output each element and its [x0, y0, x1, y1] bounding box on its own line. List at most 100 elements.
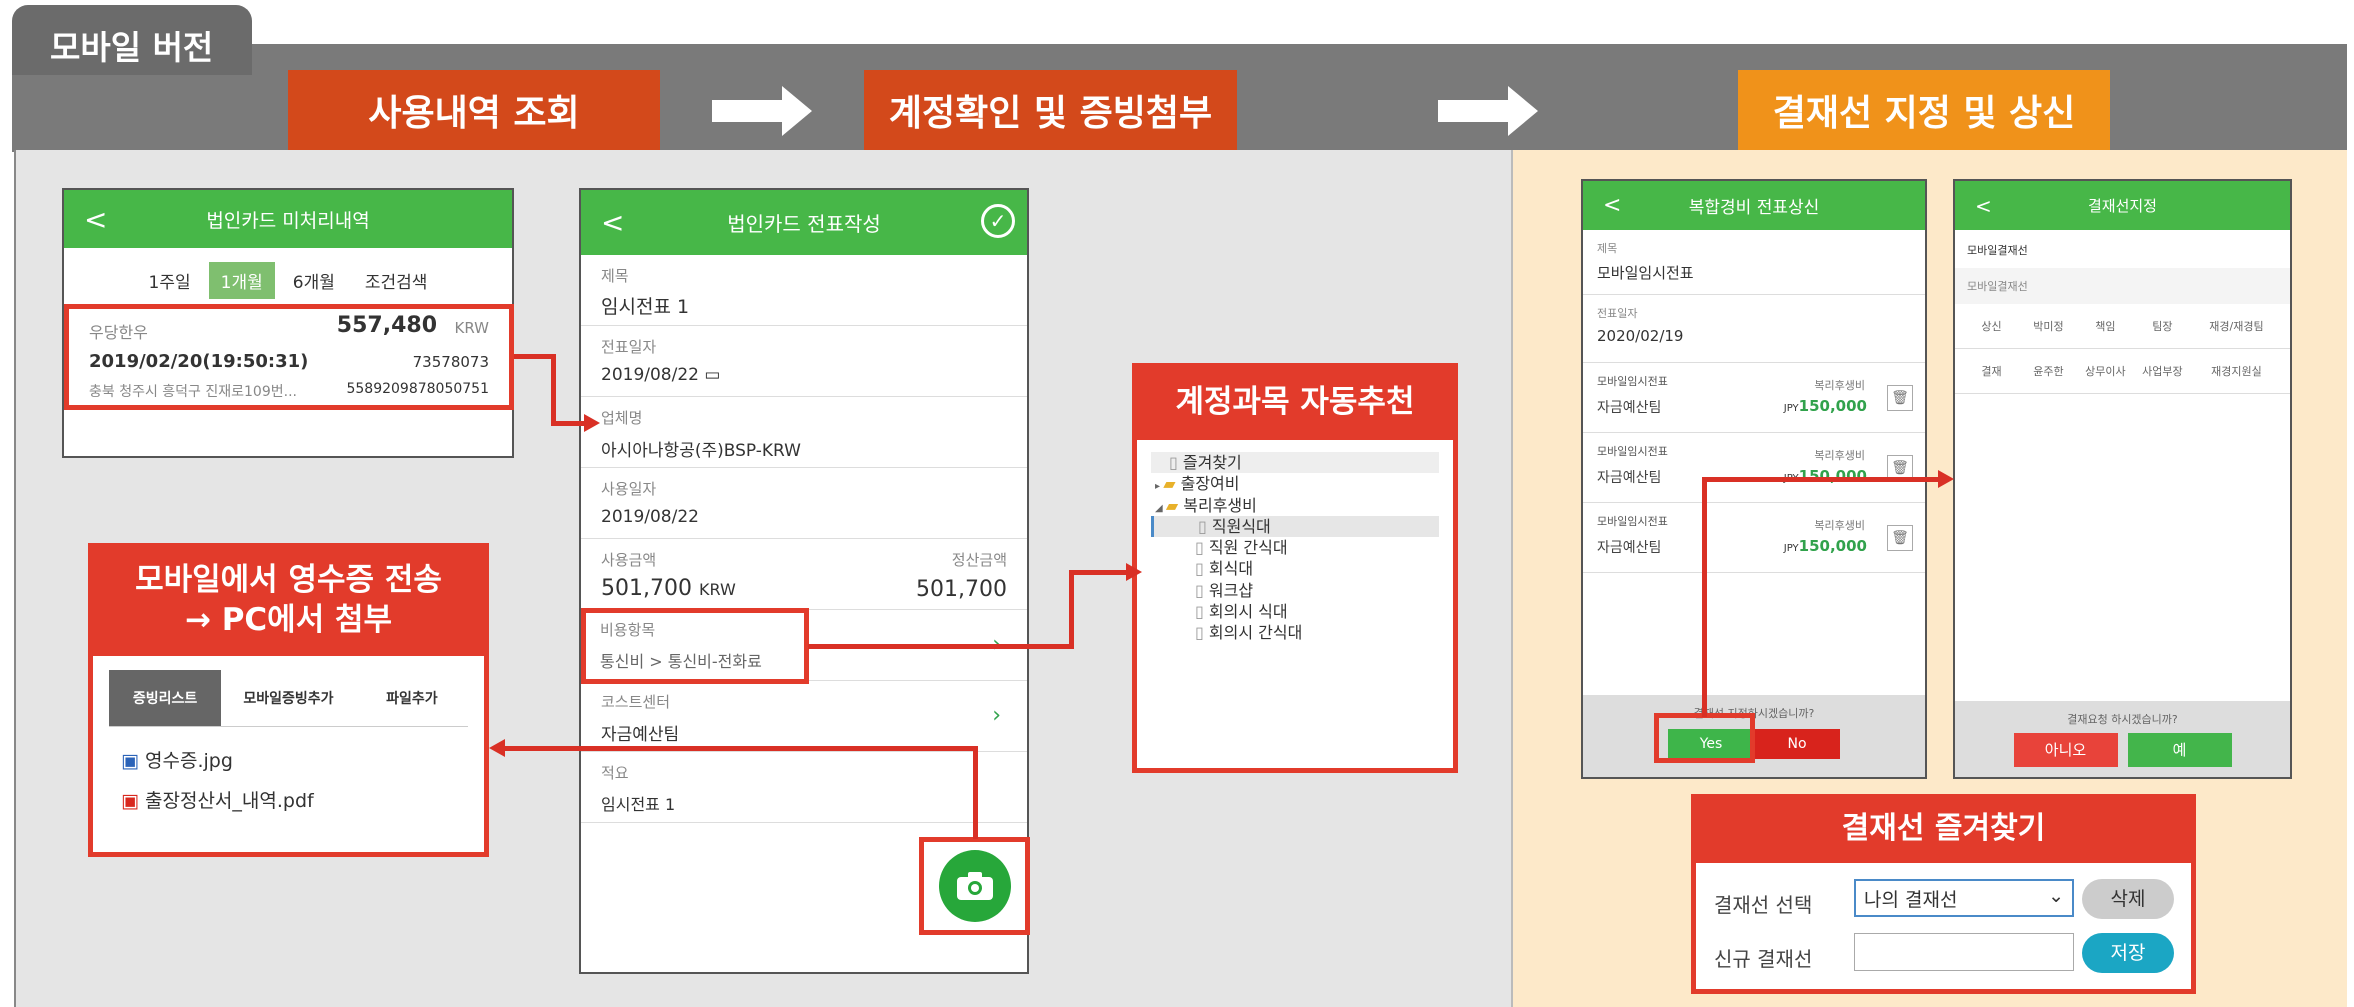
arrowhead-icon	[1126, 563, 1142, 581]
merchant-name: 우당한우	[89, 323, 148, 342]
delete-button[interactable]: 삭제	[2082, 879, 2174, 919]
file-icon: ▯	[1195, 623, 1209, 643]
tree-item[interactable]: ▯ 회의시 식대	[1151, 601, 1439, 622]
no-button[interactable]: No	[1754, 729, 1840, 759]
file-name: 출장정산서_내역.pdf	[145, 790, 314, 812]
camera-button[interactable]	[938, 850, 1011, 922]
item-currency: JPY	[1783, 403, 1799, 414]
approval-cell: 박미정	[2033, 320, 2064, 333]
back-icon[interactable]: <	[84, 203, 107, 236]
file-item[interactable]: ▣ 영수증.jpg	[121, 741, 456, 781]
tree-item[interactable]: ▯ 회식대	[1151, 558, 1439, 579]
field-label: 제목	[1597, 242, 1618, 255]
new-approval-line-input[interactable]	[1854, 933, 2074, 971]
form-title: 법인카드 전표작성	[727, 212, 881, 236]
tree-item[interactable]: ▯ 즐겨찾기	[1151, 452, 1439, 473]
approval-cell: 재경/재경팀	[2209, 320, 2264, 333]
item-account: 복리후생비	[1814, 379, 1865, 392]
expand-arrow-icon[interactable]: ▸	[1155, 481, 1163, 492]
receipt-title-line2: → PC에서 첨부	[184, 602, 393, 638]
file-item[interactable]: ▣ 출장정산서_내역.pdf	[121, 781, 456, 821]
approval-cell: 책임	[2095, 320, 2116, 333]
connector-line	[551, 354, 556, 425]
field-value: 임시전표 1	[601, 795, 676, 814]
tab-6month[interactable]: 6개월	[281, 262, 347, 299]
account-tree: ▯ 즐겨찾기 ▸ ▰ 출장여비 ◢ ▰ 복리후생비 ▯ 직원식대 ▯ 직원 간식대 ▯ 회…	[1137, 440, 1453, 656]
expense-item-field[interactable]: 비용항목 통신비 > 통신비-전화료	[581, 608, 809, 684]
card-number: 5589209878050751	[346, 381, 489, 397]
field-subject[interactable]: 제목 임시전표 1	[581, 255, 1027, 326]
tab-mobile-evidence-add[interactable]: 모바일증빙추가	[221, 670, 356, 726]
check-icon[interactable]: ✓	[981, 204, 1015, 238]
field-cost-center-2[interactable]: 코스트센터 자금예산팀 ›	[581, 681, 1027, 752]
transaction-amount: 557,480	[336, 313, 437, 338]
field-value: 임시전표 1	[601, 296, 690, 318]
tree-item[interactable]: ▯ 직원식대	[1151, 515, 1439, 537]
yes-button[interactable]: 예	[2127, 733, 2232, 767]
field-value: 2020/02/19	[1597, 327, 1684, 345]
voucher-item[interactable]: 모바일임시전표자금예산팀복리후생비JPY150,000🗑	[1583, 503, 1925, 573]
field-vendor[interactable]: 업체명 아시아나항공(주)BSP-KRW	[581, 397, 1027, 468]
period-tabs: 1주일 1개월 6개월 조건검색	[64, 262, 512, 299]
arrowhead-icon	[584, 414, 600, 432]
field-label: 비용항목	[600, 621, 656, 639]
back-icon[interactable]: <	[1603, 193, 1621, 218]
field-label: 사용금액	[601, 551, 657, 569]
tree-item-label: 워크샵	[1208, 580, 1254, 600]
approval-number: 73578073	[412, 353, 489, 371]
approval-line-select[interactable]: 나의 결재선 ⌄	[1854, 879, 2074, 917]
tab-file-add[interactable]: 파일추가	[356, 670, 468, 726]
tab-evidence-list[interactable]: 증빙리스트	[109, 670, 222, 726]
card-list-header: < 법인카드 미처리내역	[64, 190, 512, 248]
submit-date[interactable]: 전표일자 2020/02/19	[1583, 295, 1925, 363]
field-value: 자금예산팀	[601, 725, 680, 745]
field-summary[interactable]: 적요 임시전표 1	[581, 752, 1027, 823]
voucher-item[interactable]: 모바일임시전표자금예산팀복리후생비JPY150,000🗑	[1583, 433, 1925, 503]
expand-arrow-icon[interactable]: ◢	[1155, 503, 1166, 514]
chevron-right-icon: ›	[992, 703, 1001, 728]
tab-1month[interactable]: 1개월	[208, 262, 275, 299]
tree-item[interactable]: ▸ ▰ 출장여비	[1151, 473, 1439, 494]
tree-item[interactable]: ▯ 워크샵	[1151, 580, 1439, 601]
trash-icon[interactable]: 🗑	[1887, 525, 1913, 551]
field-voucher-date[interactable]: 전표일자 2019/08/22 ▭	[581, 326, 1027, 397]
receipt-title: 모바일에서 영수증 전송 → PC에서 첨부	[93, 548, 484, 656]
submit-subject[interactable]: 제목모바일임시전표	[1583, 230, 1925, 295]
back-icon[interactable]: <	[601, 206, 624, 239]
voucher-item[interactable]: 모바일임시전표자금예산팀복리후생비JPY150,000🗑	[1583, 363, 1925, 433]
no-button[interactable]: 아니오	[2013, 733, 2118, 767]
tree-item[interactable]: ▯ 회의시 간식대	[1151, 622, 1439, 643]
field-value: 모바일임시전표	[1597, 264, 1694, 282]
select-value: 나의 결재선	[1864, 889, 1958, 911]
tree-item[interactable]: ◢ ▰ 복리후생비	[1151, 495, 1439, 516]
approval-confirm-dialog: 결재요청 하시겠습니까? 아니오 예	[1955, 701, 2290, 777]
document-icon: ▣	[121, 750, 139, 772]
connector-line	[1069, 570, 1074, 649]
connector-line	[1702, 477, 1707, 717]
currency: KRW	[698, 580, 736, 599]
arrowhead-icon	[1938, 470, 1954, 488]
tab-1week[interactable]: 1주일	[137, 262, 203, 299]
back-icon[interactable]: <	[1975, 194, 1992, 218]
field-usage-date[interactable]: 사용일자 2019/08/22	[581, 468, 1027, 539]
tab-condition-search[interactable]: 조건검색	[353, 262, 440, 299]
connector-line	[973, 746, 978, 839]
calendar-icon[interactable]: ▭	[704, 365, 720, 385]
currency: KRW	[454, 319, 489, 337]
form-header: < 법인카드 전표작성 ✓	[581, 190, 1027, 255]
field-amount[interactable]: 사용금액 정산금액 501,700 KRW 501,700	[581, 539, 1027, 610]
save-button[interactable]: 저장	[2082, 933, 2174, 973]
approval-cell: 팀장	[2152, 320, 2173, 333]
trash-icon[interactable]: 🗑	[1887, 385, 1913, 411]
favorites-box: 결재선 즐겨찾기 결재선 선택 나의 결재선 ⌄ 삭제 신규 결재선 저장	[1691, 794, 2196, 994]
approval-header: < 결재선지정	[1955, 181, 2290, 230]
tree-item[interactable]: ▯ 직원 간식대	[1151, 537, 1439, 558]
approval-cell: 윤주한	[2033, 365, 2064, 378]
tree-item-label: 회의시 식대	[1208, 602, 1288, 622]
settle-value: 501,700	[916, 577, 1007, 602]
file-list: ▣ 영수증.jpg ▣ 출장정산서_내역.pdf	[93, 727, 484, 835]
submit-header: < 복합경비 전표상신	[1583, 181, 1925, 230]
field-label: 업체명	[601, 409, 643, 427]
card-transaction-item[interactable]: 우당한우 557,480 KRW 2019/02/20(19:50:31) 73…	[64, 304, 514, 410]
tree-item-label: 직원 간식대	[1208, 538, 1288, 558]
